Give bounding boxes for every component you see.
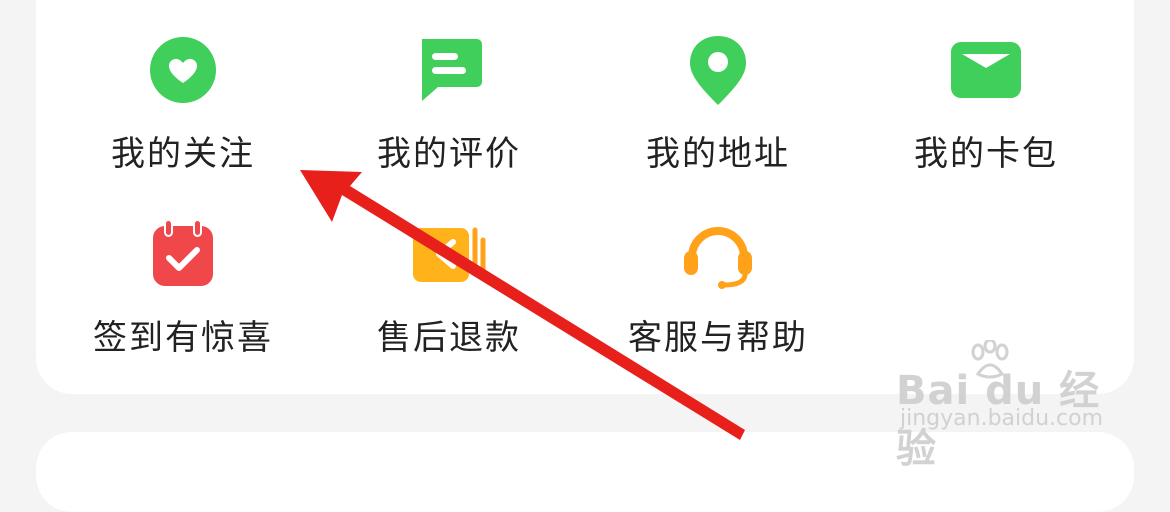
menu-item-favorites[interactable]: 我的关注 (48, 30, 318, 180)
menu-item-label: 客服与帮助 (628, 318, 808, 358)
baidu-jingyan-watermark: Bai du 经验 jingyan.baidu.com (896, 340, 1126, 472)
menu-item-card-wallet[interactable]: 我的卡包 (851, 30, 1121, 180)
calendar-check-icon (143, 214, 223, 294)
menu-item-label: 我的关注 (111, 134, 255, 174)
menu-item-label: 我的地址 (646, 134, 790, 174)
menu-item-label: 售后退款 (377, 318, 521, 358)
headset-icon (678, 214, 758, 294)
menu-item-refund[interactable]: 售后退款 (314, 214, 584, 364)
refund-icon (409, 214, 489, 294)
heart-icon (143, 30, 223, 110)
menu-item-customer-service[interactable]: 客服与帮助 (583, 214, 853, 364)
menu-item-label: 签到有惊喜 (93, 318, 273, 358)
location-pin-icon (678, 30, 758, 110)
menu-item-checkin[interactable]: 签到有惊喜 (48, 214, 318, 364)
menu-item-reviews[interactable]: 我的评价 (314, 30, 584, 180)
watermark-url: jingyan.baidu.com (900, 406, 1104, 431)
menu-item-address[interactable]: 我的地址 (583, 30, 853, 180)
menu-item-label: 我的卡包 (914, 134, 1058, 174)
card-wallet-icon (946, 30, 1026, 110)
menu-item-label: 我的评价 (377, 134, 521, 174)
comment-icon (409, 30, 489, 110)
